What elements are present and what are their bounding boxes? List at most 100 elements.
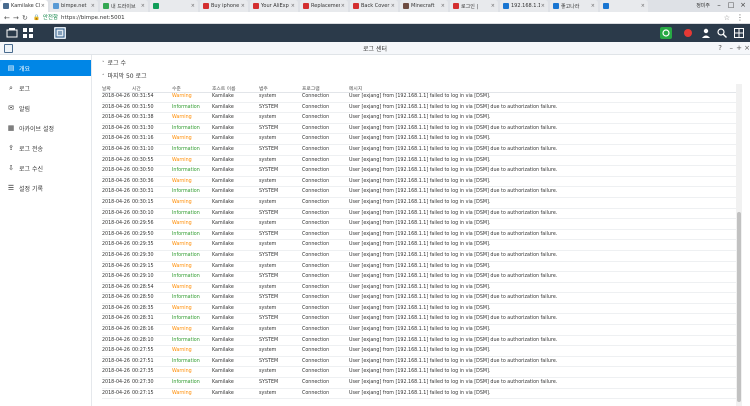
show-desktop-icon[interactable] [6, 27, 18, 39]
table-row[interactable]: 2018-04-26 00:28:31 Information Kamilake SYS… [102, 314, 736, 326]
sidebar-item[interactable]: ⇩ 로그 수신 [0, 160, 91, 176]
table-row[interactable]: 2018-04-26 00:29:30 Information Kamilake SYS… [102, 251, 736, 262]
col-header-category[interactable]: 범주 [259, 85, 268, 92]
tab-close-icon[interactable]: × [91, 3, 95, 9]
sidebar-item[interactable]: ▦ 아카이브 설정 [0, 120, 91, 136]
table-row[interactable]: 2018-04-26 00:27:15 Warning Kamilake system C… [102, 389, 736, 400]
tab-close-icon[interactable]: × [491, 3, 495, 9]
table-row[interactable]: 2018-04-26 00:29:10 Information Kamilake SYS… [102, 272, 736, 283]
browser-tab[interactable]: Back Cover × [350, 0, 398, 12]
tab-close-icon[interactable]: × [591, 3, 595, 9]
tab-close-icon[interactable]: × [541, 3, 545, 9]
table-row[interactable]: 2018-04-26 00:31:54 Warning Kamilake system C… [102, 92, 736, 103]
table-row[interactable]: 2018-04-26 00:30:15 Warning Kamilake system C… [102, 198, 736, 209]
sidebar-item[interactable]: ☰ 설정 기록 [0, 180, 91, 196]
browser-tab[interactable]: Replacemen × [300, 0, 348, 12]
tab-close-icon[interactable]: × [241, 3, 245, 9]
back-icon[interactable]: ← [4, 14, 10, 22]
table-row[interactable]: 2018-04-26 00:31:38 Warning Kamilake system C… [102, 113, 736, 124]
table-row[interactable]: 2018-04-26 00:27:55 Warning Kamilake system C… [102, 346, 736, 357]
table-row[interactable]: 2018-04-26 00:31:30 Information Kamilake SYS… [102, 124, 736, 135]
sidebar-item[interactable]: ✉ 알림 [0, 100, 91, 116]
col-header-time[interactable]: 시간 [132, 85, 141, 92]
window-help-icon[interactable]: ? [718, 43, 722, 53]
widgets-icon[interactable] [733, 27, 745, 39]
cell-date: 2018-04-26 [102, 295, 130, 301]
tab-close-icon[interactable]: × [41, 3, 45, 9]
browser-user-name[interactable]: 정미주 [696, 2, 710, 9]
browser-tab[interactable]: 192.168.1.1 × [500, 0, 548, 12]
table-row[interactable]: 2018-04-26 00:31:50 Information Kamilake SYS… [102, 103, 736, 114]
forward-icon[interactable]: → [13, 14, 19, 22]
scrollbar[interactable] [736, 84, 742, 406]
table-row[interactable]: 2018-04-26 00:31:16 Warning Kamilake system C… [102, 134, 736, 145]
sidebar: ▤ 개요 ⌕ 로그 ✉ 알림 ▦ 아카이브 설정 ⇪ 로그 전송 ⇩ 로그 수신 ☰ 설정 기록 [0, 55, 92, 406]
tab-close-icon[interactable]: × [391, 3, 395, 9]
cell-message: User [exjang] from [192.168.1.1] failed … [349, 157, 491, 163]
browser-tab[interactable]: × [600, 0, 648, 12]
browser-tab[interactable]: Kamilake Cl × [0, 0, 48, 12]
table-row[interactable]: 2018-04-26 00:28:35 Warning Kamilake system C… [102, 304, 736, 315]
scrollbar-thumb[interactable] [737, 212, 741, 402]
tab-close-icon[interactable]: × [191, 3, 195, 9]
table-row[interactable]: 2018-04-26 00:27:30 Information Kamilake SYS… [102, 378, 736, 389]
table-row[interactable]: 2018-04-26 00:29:50 Information Kamilake SYS… [102, 230, 736, 241]
table-row[interactable]: 2018-04-26 00:29:15 Warning Kamilake system C… [102, 262, 736, 273]
table-row[interactable]: 2018-04-26 00:30:31 Information Kamilake SYS… [102, 187, 736, 198]
table-row[interactable]: 2018-04-26 00:28:10 Information Kamilake SYS… [102, 336, 736, 347]
sidebar-item[interactable]: ⌕ 로그 [0, 80, 91, 96]
table-row[interactable]: 2018-04-26 00:30:36 Warning Kamilake system C… [102, 177, 736, 188]
maximize-icon[interactable]: □ [726, 1, 736, 10]
table-row[interactable]: 2018-04-26 00:27:35 Warning Kamilake system C… [102, 367, 736, 379]
tab-label: 192.168.1.1 [511, 3, 540, 9]
browser-tab[interactable]: bimpe.net × [50, 0, 98, 12]
window-close-icon[interactable]: × [744, 43, 750, 53]
log-center-taskbar-icon[interactable] [54, 27, 66, 39]
tab-close-icon[interactable]: × [641, 3, 645, 9]
cell-category: SYSTEM [259, 189, 279, 195]
col-header-program[interactable]: 프로그램 [302, 85, 320, 92]
table-row[interactable]: 2018-04-26 00:28:16 Warning Kamilake system C… [102, 325, 736, 336]
table-row[interactable]: 2018-04-26 00:31:10 Information Kamilake SYS… [102, 145, 736, 156]
table-row[interactable]: 2018-04-26 00:28:50 Information Kamilake SYS… [102, 293, 736, 304]
browser-tab[interactable]: Minecraft × [400, 0, 448, 12]
table-row[interactable]: 2018-04-26 00:29:35 Warning Kamilake system C… [102, 240, 736, 251]
table-row[interactable]: 2018-04-26 00:30:50 Information Kamilake SYS… [102, 166, 736, 177]
reload-icon[interactable]: ↻ [22, 14, 28, 22]
table-row[interactable]: 2018-04-26 00:30:55 Warning Kamilake system C… [102, 156, 736, 167]
search-icon[interactable] [716, 27, 728, 39]
col-header-host[interactable]: 호스트 이름 [212, 85, 236, 92]
url-input[interactable]: 🔒 안전함 https://bimpe.net:5001 [33, 14, 723, 22]
browser-tab[interactable]: × [150, 0, 198, 12]
browser-tab[interactable]: 좋고나라 × [550, 0, 598, 12]
table-row[interactable]: 2018-04-26 00:29:56 Warning Kamilake system C… [102, 219, 736, 230]
col-header-level[interactable]: 수준 [172, 85, 181, 92]
window-minimize-icon[interactable]: – [730, 43, 734, 53]
col-header-date[interactable]: 날짜 [102, 85, 111, 92]
col-header-message[interactable]: 메시지 [349, 85, 362, 92]
status-icon[interactable] [660, 27, 672, 39]
tab-close-icon[interactable]: × [341, 3, 345, 9]
tab-close-icon[interactable]: × [291, 3, 295, 9]
browser-menu-icon[interactable]: ⋮ [736, 13, 744, 22]
notification-icon[interactable] [682, 27, 694, 39]
sidebar-item[interactable]: ▤ 개요 [0, 60, 91, 76]
tab-close-icon[interactable]: × [141, 3, 145, 9]
browser-tab[interactable]: 로그인 | × [450, 0, 498, 12]
table-row[interactable]: 2018-04-26 00:28:54 Warning Kamilake system C… [102, 283, 736, 294]
bookmark-star-icon[interactable]: ☆ [724, 14, 730, 22]
section-log-count[interactable]: ˅ 로그 수 [102, 58, 126, 67]
sidebar-item[interactable]: ⇪ 로그 전송 [0, 140, 91, 156]
table-row[interactable]: 2018-04-26 00:30:10 Information Kamilake SYS… [102, 209, 736, 220]
minimize-icon[interactable]: – [714, 1, 724, 10]
window-maximize-icon[interactable]: + [736, 43, 742, 53]
browser-tab[interactable]: Buy iphone × [200, 0, 248, 12]
main-menu-icon[interactable] [22, 27, 34, 39]
window-close-icon[interactable]: × [738, 1, 748, 10]
browser-tab[interactable]: 내 드라이브 × [100, 0, 148, 12]
browser-tab[interactable]: Your AliExp × [250, 0, 298, 12]
section-last-50-logs[interactable]: ˄ 마지막 50 로그 [102, 71, 147, 80]
user-icon[interactable] [700, 27, 712, 39]
table-row[interactable]: 2018-04-26 00:27:51 Information Kamilake SYS… [102, 357, 736, 368]
tab-close-icon[interactable]: × [441, 3, 445, 9]
